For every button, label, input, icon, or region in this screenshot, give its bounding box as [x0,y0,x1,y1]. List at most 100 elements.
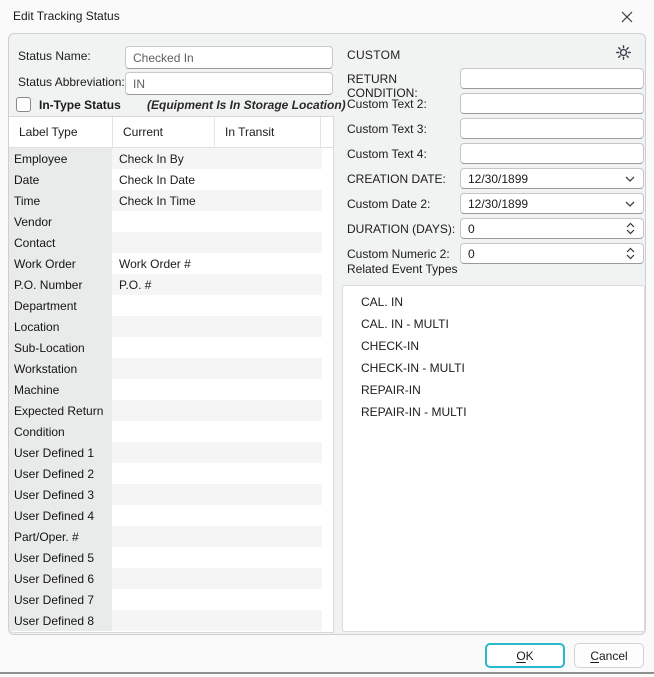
duration-days-spinner[interactable]: 0 [460,218,644,239]
custom-text-4-field[interactable] [460,143,644,164]
current-cell[interactable] [112,589,215,610]
table-row[interactable]: User Defined 5 [9,547,333,568]
current-cell[interactable] [112,442,215,463]
in-transit-cell[interactable] [215,421,322,442]
in-transit-cell[interactable] [215,547,322,568]
custom-text-3-field[interactable] [460,118,644,139]
custom-text-2-input[interactable] [461,94,643,113]
current-cell[interactable]: Check In Time [112,190,215,211]
header-in-transit[interactable]: In Transit [214,117,321,147]
related-event-types-list[interactable]: CAL. INCAL. IN - MULTICHECK-INCHECK-IN -… [342,285,645,632]
cancel-button[interactable]: Cancel [574,643,644,668]
table-row[interactable]: User Defined 1 [9,442,333,463]
table-row[interactable]: Location [9,316,333,337]
table-row[interactable]: DateCheck In Date [9,169,333,190]
table-row[interactable]: Vendor [9,211,333,232]
in-transit-cell[interactable] [215,610,322,631]
current-cell[interactable] [112,547,215,568]
current-cell[interactable] [112,526,215,547]
table-row[interactable]: User Defined 6 [9,568,333,589]
in-transit-cell[interactable] [215,148,322,169]
table-row[interactable]: EmployeeCheck In By [9,148,333,169]
in-transit-cell[interactable] [215,253,322,274]
table-row[interactable]: User Defined 3 [9,484,333,505]
return-condition-field[interactable] [460,68,644,89]
current-cell[interactable]: Work Order # [112,253,215,274]
custom-text-4-input[interactable] [461,144,643,163]
custom-text-2-field[interactable] [460,93,644,114]
custom-text-3-input[interactable] [461,119,643,138]
in-transit-cell[interactable] [215,358,322,379]
current-cell[interactable]: Check In Date [112,169,215,190]
current-cell[interactable]: Check In By [112,148,215,169]
in-transit-cell[interactable] [215,337,322,358]
current-cell[interactable] [112,358,215,379]
event-type-item[interactable]: CHECK-IN [343,335,644,357]
custom-date-2-dropdown[interactable]: 12/30/1899 [460,193,644,214]
in-transit-cell[interactable] [215,190,322,211]
in-transit-cell[interactable] [215,463,322,484]
in-transit-cell[interactable] [215,211,322,232]
table-row[interactable]: Part/Oper. # [9,526,333,547]
in-transit-cell[interactable] [215,442,322,463]
table-row[interactable]: User Defined 7 [9,589,333,610]
table-row[interactable]: Sub-Location [9,337,333,358]
settings-button[interactable] [613,44,633,64]
current-cell[interactable] [112,463,215,484]
current-cell[interactable] [112,295,215,316]
current-cell[interactable] [112,610,215,631]
current-cell[interactable] [112,505,215,526]
table-row[interactable]: User Defined 8 [9,610,333,631]
spinner-arrows-icon[interactable] [626,247,635,260]
header-current[interactable]: Current [112,117,214,147]
spinner-arrows-icon[interactable] [626,222,635,235]
table-row[interactable]: User Defined 4 [9,505,333,526]
current-cell[interactable] [112,379,215,400]
in-transit-cell[interactable] [215,169,322,190]
table-row[interactable]: Workstation [9,358,333,379]
current-cell[interactable] [112,337,215,358]
event-type-item[interactable]: REPAIR-IN [343,379,644,401]
current-cell[interactable] [112,400,215,421]
in-transit-cell[interactable] [215,589,322,610]
event-type-item[interactable]: CAL. IN [343,291,644,313]
current-cell[interactable] [112,568,215,589]
header-label-type[interactable]: Label Type [9,117,112,147]
in-transit-cell[interactable] [215,274,322,295]
custom-numeric-2-spinner[interactable]: 0 [460,243,644,264]
in-transit-cell[interactable] [215,295,322,316]
in-transit-cell[interactable] [215,526,322,547]
table-row[interactable]: Machine [9,379,333,400]
ok-button[interactable]: OK [485,643,565,668]
current-cell[interactable]: P.O. # [112,274,215,295]
in-transit-cell[interactable] [215,505,322,526]
current-cell[interactable] [112,316,215,337]
in-transit-cell[interactable] [215,316,322,337]
in-transit-cell[interactable] [215,484,322,505]
table-row[interactable]: Expected Return [9,400,333,421]
in-transit-cell[interactable] [215,568,322,589]
table-row[interactable]: Work OrderWork Order # [9,253,333,274]
table-row[interactable]: User Defined 2 [9,463,333,484]
event-type-item[interactable]: REPAIR-IN - MULTI [343,401,644,423]
table-row[interactable]: P.O. NumberP.O. # [9,274,333,295]
in-transit-cell[interactable] [215,232,322,253]
table-row[interactable]: Condition [9,421,333,442]
table-row[interactable]: TimeCheck In Time [9,190,333,211]
in-type-status-checkbox[interactable] [16,97,31,112]
table-row[interactable]: Department [9,295,333,316]
in-transit-cell[interactable] [215,400,322,421]
current-cell[interactable] [112,484,215,505]
creation-date-dropdown[interactable]: 12/30/1899 [460,168,644,189]
status-name-input[interactable] [125,46,333,69]
return-condition-input[interactable] [461,69,643,88]
in-transit-cell[interactable] [215,379,322,400]
current-cell[interactable] [112,211,215,232]
current-cell[interactable] [112,232,215,253]
event-type-item[interactable]: CHECK-IN - MULTI [343,357,644,379]
status-abbreviation-input[interactable] [125,72,333,95]
current-cell[interactable] [112,421,215,442]
table-row[interactable]: Contact [9,232,333,253]
close-button[interactable] [610,4,644,30]
event-type-item[interactable]: CAL. IN - MULTI [343,313,644,335]
